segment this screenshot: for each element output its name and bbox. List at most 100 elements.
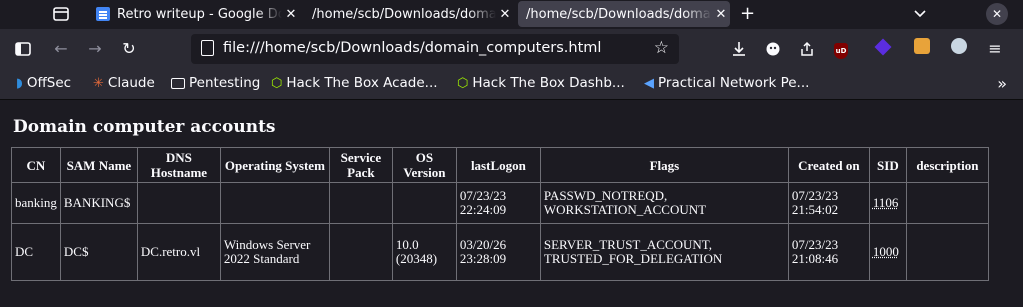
forward-button[interactable]: →: [84, 38, 106, 60]
cell-dns-hostname: [136, 182, 221, 224]
bookmark-label: Claude: [107, 75, 155, 91]
tab-retro-writeup[interactable]: Retro writeup - Google Docs ✕: [88, 1, 300, 27]
bookmarks-toolbar: ◗ OffSec ✳ Claude Pentesting ⬡ Hack The …: [0, 69, 1023, 100]
column-header-description: description: [905, 147, 989, 183]
cell-description: [905, 223, 989, 281]
bookmark-label: Hack The Box Dashb...: [472, 75, 625, 91]
share-icon: [801, 41, 813, 56]
page-icon: [201, 40, 214, 56]
sidebar-icon: [15, 42, 31, 56]
tab-close-icon[interactable]: ✕: [712, 7, 730, 22]
tab-list-icon: [53, 7, 69, 21]
cell-description: [905, 182, 989, 224]
ublock-origin-button[interactable]: uD: [830, 38, 852, 60]
cell-sid: 1106: [868, 182, 907, 224]
sid-value: 1000: [872, 244, 899, 259]
extension-button-proton[interactable]: [872, 38, 894, 60]
tab-strip: Retro writeup - Google Docs ✕ /home/scb/…: [0, 0, 1023, 29]
double-chevron-right-icon: »: [997, 74, 1007, 93]
tab-title: Retro writeup - Google Docs: [117, 6, 282, 22]
column-header-dns-hostname: DNS Hostname: [136, 147, 221, 183]
sidebar-toggle-button[interactable]: [12, 38, 34, 60]
cell-dns-hostname: DC.retro.vl: [136, 223, 221, 281]
back-button[interactable]: ←: [50, 38, 72, 60]
htb-icon: ⬡: [457, 75, 469, 91]
cell-flags: PASSWD_NOTREQD, WORKSTATION_ACCOUNT: [539, 182, 789, 224]
bookmark-claude[interactable]: ✳ Claude: [93, 75, 155, 91]
account-button[interactable]: [762, 38, 784, 60]
tab-close-icon[interactable]: ✕: [282, 7, 300, 22]
column-header-operating-system: Operating System: [219, 147, 330, 183]
bookmark-label: Pentesting: [189, 75, 261, 91]
cell-flags: SERVER_TRUST_ACCOUNT, TRUSTED_FOR_DELEGA…: [539, 223, 789, 281]
share-button[interactable]: [796, 38, 818, 60]
table-row: banking BANKING$ 07/23/23 22:24:09 PASSW…: [11, 182, 989, 224]
table-row: DC DC$ DC.retro.vl Windows Server 2022 S…: [11, 223, 989, 281]
bookmark-offsec[interactable]: ◗ OffSec: [16, 75, 71, 91]
pnp-icon: ◀: [644, 75, 654, 91]
google-docs-icon: [96, 7, 110, 21]
extension-button-foxyproxy[interactable]: [911, 38, 933, 60]
close-window-button[interactable]: ✕: [986, 3, 1008, 25]
extension-button-glasses[interactable]: [948, 38, 970, 60]
downloads-button[interactable]: [728, 38, 750, 60]
htb-icon: ⬡: [271, 75, 283, 91]
cell-os-version: [391, 182, 457, 224]
bookmark-folder-pentesting[interactable]: Pentesting: [171, 75, 260, 91]
bookmark-htb-dashboard[interactable]: ⬡ Hack The Box Dashb...: [457, 75, 625, 91]
bookmark-practical-network[interactable]: ◀ Practical Network Pe...: [644, 75, 809, 91]
extension-fox-icon: [914, 38, 930, 54]
column-header-created-on: Created on: [787, 147, 870, 183]
url-text[interactable]: file:///home/scb/Downloads/domain_comput…: [223, 40, 601, 56]
offsec-icon: ◗: [16, 75, 23, 91]
tab-close-icon[interactable]: ✕: [496, 7, 514, 22]
bookmarks-overflow-button[interactable]: »: [997, 74, 1007, 93]
cell-operating-system: [219, 182, 330, 224]
column-header-cn: CN: [11, 147, 61, 183]
claude-icon: ✳: [93, 75, 104, 91]
tab-list-button[interactable]: [50, 4, 72, 24]
extension-glasses-icon: [951, 38, 967, 54]
extension-diamond-icon: [874, 38, 892, 56]
ublock-icon: uD: [834, 43, 848, 59]
bookmark-htb-academy[interactable]: ⬡ Hack The Box Acade...: [271, 75, 438, 91]
table-header-row: CN SAM Name DNS Hostname Operating Syste…: [11, 147, 989, 183]
navigation-toolbar: ← → ↻ file:///home/scb/Downloads/domain_…: [0, 29, 1023, 69]
download-icon: [733, 42, 745, 56]
page-content: Domain computer accounts CN SAM Name DNS…: [0, 101, 1023, 307]
app-menu-button[interactable]: ≡: [984, 38, 1006, 60]
chevron-down-icon: [914, 10, 926, 18]
bookmark-label: Hack The Box Acade...: [286, 75, 438, 91]
cell-lastlogon: 07/23/23 22:24:09: [455, 182, 541, 224]
cell-created-on: 07/23/23 21:54:02: [787, 182, 870, 224]
cell-cn: banking: [11, 182, 61, 224]
reload-button[interactable]: ↻: [118, 38, 140, 60]
cell-service-pack: [328, 182, 393, 224]
cell-lastlogon: 03/20/26 23:28:09: [455, 223, 541, 281]
cell-service-pack: [328, 223, 393, 281]
folder-icon: [171, 77, 185, 89]
close-icon: ✕: [991, 7, 1003, 21]
tab-domain-computers-1[interactable]: /home/scb/Downloads/domain_computers.htm…: [304, 1, 514, 27]
list-all-tabs-button[interactable]: [913, 6, 927, 24]
domain-computers-table: CN SAM Name DNS Hostname Operating Syste…: [11, 147, 989, 281]
arrow-right-icon: →: [88, 39, 102, 58]
column-header-service-pack: Service Pack: [328, 147, 393, 183]
plus-icon: +: [740, 3, 756, 24]
tab-domain-computers-2[interactable]: /home/scb/Downloads/domain_computers.htm…: [518, 1, 730, 27]
column-header-flags: Flags: [539, 147, 789, 183]
cell-cn: DC: [11, 223, 61, 281]
cell-os-version: 10.0 (20348): [391, 223, 457, 281]
tab-title: /home/scb/Downloads/domain_computers.htm…: [526, 6, 712, 22]
cell-operating-system: Windows Server 2022 Standard: [219, 223, 330, 281]
page-title: Domain computer accounts: [13, 117, 276, 137]
new-tab-button[interactable]: +: [740, 3, 755, 24]
arrow-left-icon: ←: [54, 39, 68, 58]
bookmark-star-icon[interactable]: ☆: [654, 38, 669, 58]
sid-value: 1106: [872, 195, 899, 210]
column-header-sid: SID: [868, 147, 907, 183]
column-header-lastlogon: lastLogon: [455, 147, 541, 183]
cell-sam-name: DC$: [59, 223, 138, 281]
address-bar[interactable]: file:///home/scb/Downloads/domain_comput…: [191, 34, 679, 64]
tab-title: /home/scb/Downloads/domain_computers.htm…: [312, 6, 496, 22]
